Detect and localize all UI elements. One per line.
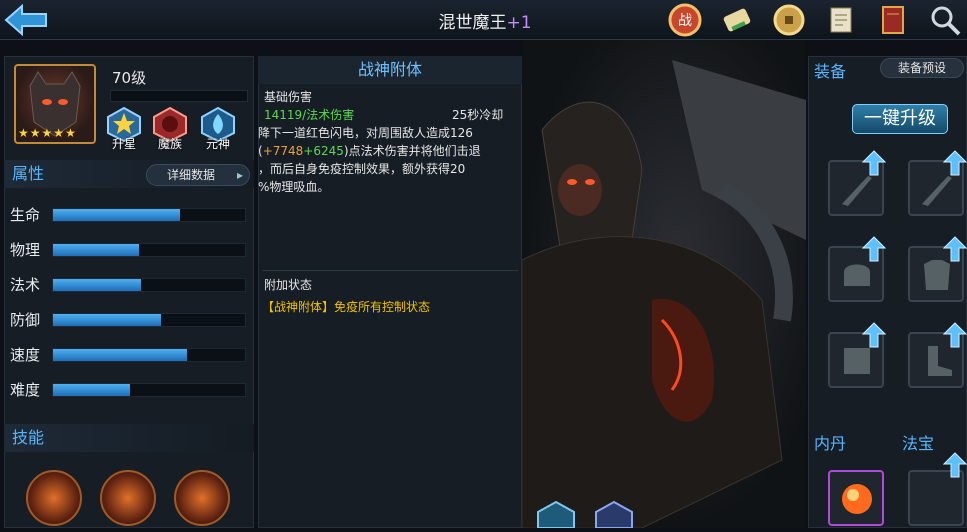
hero-level: 70级 (112, 69, 147, 87)
scroll-icon[interactable] (719, 2, 755, 38)
star-icon: ★ (65, 126, 76, 140)
fire-orb-icon (842, 484, 872, 514)
document-icon[interactable] (823, 2, 859, 38)
star-up-button[interactable]: 升星 (104, 106, 144, 151)
attribute-bar (52, 383, 246, 397)
back-arrow-icon (4, 3, 47, 37)
star-icon: ★ (41, 126, 53, 140)
attribute-label: 法术 (10, 276, 41, 294)
attribute-label: 难度 (10, 381, 41, 399)
attribute-label: 防御 (10, 311, 41, 329)
extra-state-tag: 【战神附体】 (262, 300, 335, 314)
top-icon-bar: 战 (667, 2, 963, 38)
attribute-bar (52, 348, 246, 362)
battle-badge-icon[interactable]: 战 (667, 2, 703, 38)
star-icon: ★ (18, 126, 29, 140)
mask-icon (595, 500, 633, 529)
skill-description: 降下一道红色闪电，对周围敌人造成126 (+7748+6245)点法术伤害并将他… (258, 126, 481, 194)
spirit-button[interactable]: 元神 (198, 106, 238, 151)
bonus-a: +7748 (262, 144, 304, 158)
bonus-b: +6245 (303, 144, 344, 158)
neidan-slot[interactable] (828, 470, 884, 526)
damage-value: 14119/法术伤害 (264, 108, 355, 122)
base-damage-label: 基础伤害 (264, 90, 313, 104)
attribute-bar (52, 278, 246, 292)
cooldown-text: 25秒冷却 (452, 108, 504, 122)
race-label: 魔族 (157, 137, 182, 151)
upgrade-arrow-icon (943, 236, 967, 262)
attribute-row: 难度 (10, 379, 250, 399)
helmet-icon (537, 500, 575, 529)
fabao-heading: 法宝 (902, 434, 935, 453)
hero-title: 混世魔王+1 (380, 8, 590, 33)
upgrade-arrow-icon (943, 150, 967, 176)
hero-plus: +1 (506, 13, 532, 33)
star-up-label: 升星 (111, 137, 136, 151)
equipment-preset-button[interactable]: 装备预设 (880, 58, 964, 78)
upgrade-arrow-icon (943, 452, 967, 478)
upgrade-arrow-icon (862, 150, 886, 176)
book-icon[interactable] (875, 2, 911, 38)
attribute-bar-fill (53, 244, 139, 256)
desc-line-2: 点法术伤害并将他们击退 (348, 144, 481, 158)
hero-artwork (522, 40, 806, 528)
star-icon: ★ (29, 126, 41, 140)
attribute-label: 物理 (10, 241, 41, 259)
demon-king-art (522, 60, 806, 528)
equipment-heading: 装备 (814, 62, 847, 81)
skill-icon[interactable] (100, 470, 156, 526)
upgrade-arrow-icon (943, 322, 967, 348)
attribute-row: 防御 (10, 309, 250, 329)
attribute-row: 法术 (10, 274, 250, 294)
back-button[interactable] (0, 0, 52, 40)
extra-state-line: 【战神附体】免疫所有控制状态 (262, 298, 430, 316)
detail-data-button[interactable]: 详细数据 ▸ (146, 164, 250, 186)
spirit-label: 元神 (205, 137, 230, 151)
one-click-upgrade-button[interactable]: 一键升级 (852, 104, 948, 134)
attribute-bar (52, 243, 246, 257)
extra-state-text: 免疫所有控制状态 (334, 300, 431, 314)
attribute-label: 速度 (10, 346, 41, 364)
tab-hero-left[interactable] (534, 500, 578, 529)
hero-name: 混世魔王 (438, 13, 507, 33)
attribute-row: 生命 (10, 204, 250, 224)
upgrade-arrow-icon (862, 236, 886, 262)
attribute-bar-fill (53, 209, 180, 221)
desc-line-3: ，而后自身免疫控制效果，额外获得20 (258, 162, 466, 176)
level-progress-bar (110, 90, 248, 102)
star-rating: ★ ★ ★ ★ ★ (18, 126, 76, 140)
svg-text:战: 战 (678, 13, 692, 29)
race-button[interactable]: 魔族 (150, 106, 190, 151)
desc-line-4: %物理吸血。 (258, 180, 330, 194)
skill-icon[interactable] (174, 470, 230, 526)
tab-hero-right[interactable] (592, 500, 636, 529)
fabao-slot[interactable] (908, 470, 964, 526)
attribute-row: 速度 (10, 344, 250, 364)
hero-portrait[interactable]: ★ ★ ★ ★ ★ (14, 64, 96, 144)
attribute-bar (52, 208, 246, 222)
skill-title: 战神附体 (258, 56, 522, 84)
divider (262, 270, 518, 271)
coin-icon[interactable] (771, 2, 807, 38)
neidan-heading: 内丹 (814, 434, 847, 453)
chevron-right-icon: ▸ (236, 168, 243, 182)
search-icon[interactable] (927, 2, 963, 38)
attribute-bar-fill (53, 384, 130, 396)
upgrade-arrow-icon (862, 322, 886, 348)
attribute-bar-fill (53, 349, 187, 361)
star-icon: ★ (53, 126, 65, 140)
extra-state-label: 附加状态 (264, 278, 313, 292)
skills-heading: 技能 (4, 424, 254, 452)
skill-icon[interactable] (26, 470, 82, 526)
attribute-bar-fill (53, 279, 141, 291)
attribute-row: 物理 (10, 239, 250, 259)
attribute-label: 生命 (10, 206, 41, 224)
desc-line-1: 降下一道红色闪电，对周围敌人造成126 (258, 126, 473, 140)
attribute-bar (52, 313, 246, 327)
detail-data-label: 详细数据 (167, 168, 216, 182)
attribute-bar-fill (53, 314, 161, 326)
